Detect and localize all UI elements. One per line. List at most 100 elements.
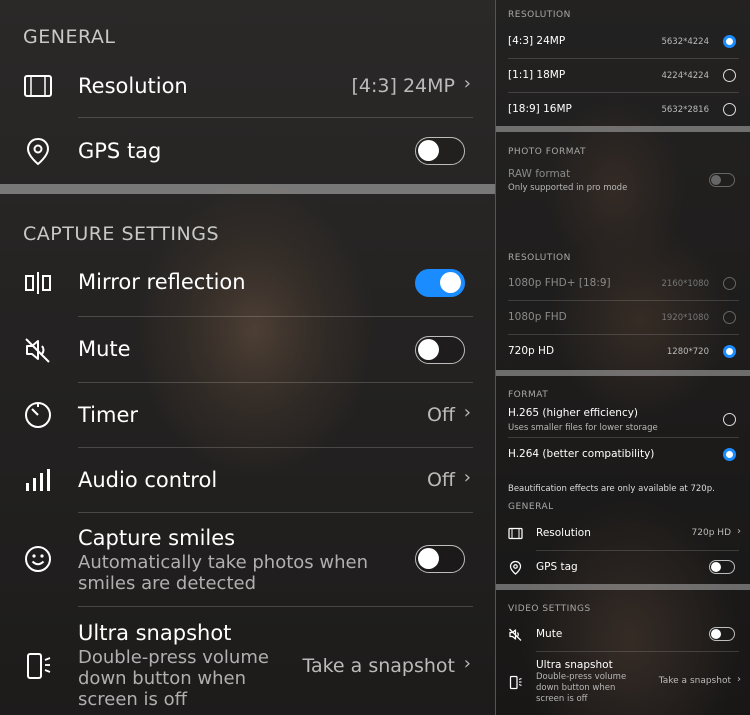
mirror-reflection-row[interactable]: Mirror reflection: [0, 251, 495, 316]
gps-tag-title: GPS tag: [536, 561, 578, 573]
raw-format-toggle[interactable]: [709, 173, 735, 187]
general-section-header: GENERAL: [508, 502, 554, 512]
location-pin-icon: [23, 136, 53, 166]
video-ultra-snapshot-row[interactable]: Ultra snapshot Double-press volume down …: [496, 652, 750, 715]
section-separator: [496, 126, 750, 132]
section-separator: [496, 584, 750, 590]
capture-smiles-subtitle: Automatically take photos when smiles ar…: [78, 552, 369, 594]
capture-smiles-title: Capture smiles: [78, 526, 236, 550]
resolution-value: 720p HD: [691, 528, 731, 538]
radio-unselected[interactable]: [723, 413, 736, 426]
option-dimensions: 4224*4224: [661, 71, 709, 81]
video-resolution-header: RESOLUTION: [508, 253, 571, 263]
snapshot-phone-icon: [508, 675, 523, 690]
option-label: 1080p FHD: [508, 311, 567, 323]
photo-resolution-header: RESOLUTION: [508, 10, 571, 20]
gps-tag-toggle[interactable]: [709, 560, 735, 574]
video-mute-row[interactable]: Mute: [496, 618, 750, 651]
format-h264-row[interactable]: H.264 (better compatibility): [496, 438, 750, 472]
chevron-right-icon: ›: [463, 653, 471, 674]
section-separator: [496, 370, 750, 376]
option-label: H.265 (higher efficiency): [508, 407, 639, 419]
location-pin-icon: [508, 560, 523, 575]
ultra-snapshot-value: Take a snapshot: [302, 655, 455, 677]
option-label: H.264 (better compatibility): [508, 448, 655, 460]
video-gps-tag-row[interactable]: GPS tag: [496, 551, 750, 584]
mute-row[interactable]: Mute: [0, 317, 495, 382]
chevron-right-icon: ›: [737, 674, 741, 685]
option-label: [18:9] 16MP: [508, 103, 572, 115]
radio-unselected[interactable]: [723, 103, 736, 116]
capture-smiles-row[interactable]: Capture smiles Automatically take photos…: [0, 513, 495, 606]
radio-selected[interactable]: [723, 345, 736, 358]
ultra-snapshot-title: Ultra snapshot: [78, 621, 232, 645]
option-label: [4:3] 24MP: [508, 35, 566, 47]
option-label: [1:1] 18MP: [508, 69, 566, 81]
section-separator: [0, 184, 495, 194]
resolution-title: Resolution: [78, 74, 188, 98]
ultra-snapshot-subtitle: Double-press volume down button when scr…: [536, 672, 627, 704]
raw-format-label: RAW format: [508, 168, 571, 180]
beautification-note: Beautification effects are only availabl…: [508, 484, 715, 494]
mirror-icon: [23, 268, 53, 298]
resolution-value: [4:3] 24MP: [351, 75, 455, 97]
raw-format-subtitle: Only supported in pro mode: [508, 183, 628, 193]
ultra-snapshot-row[interactable]: Ultra snapshot Double-press volume down …: [0, 607, 495, 715]
video-resolution-row[interactable]: Resolution 720p HD ›: [496, 517, 750, 550]
video-settings-panel: RESOLUTION [4:3] 24MP 5632*4224 [1:1] 18…: [495, 0, 750, 715]
radio-disabled[interactable]: [723, 311, 736, 324]
ultra-snapshot-value: Take a snapshot: [658, 676, 731, 686]
audio-control-title: Audio control: [78, 468, 218, 492]
video-settings-header: VIDEO SETTINGS: [508, 604, 591, 614]
resolution-option-18-9[interactable]: [18:9] 16MP 5632*2816: [496, 93, 750, 126]
ultra-snapshot-subtitle: Double-press volume down button when scr…: [78, 647, 269, 710]
photo-settings-panel: GENERAL Resolution [4:3] 24MP › GPS tag …: [0, 0, 495, 715]
option-dimensions: 5632*4224: [661, 37, 709, 47]
option-dimensions: 2160*1080: [661, 279, 709, 289]
audio-control-row[interactable]: Audio control Off ›: [0, 448, 495, 512]
speaker-muted-icon: [23, 335, 53, 365]
resolution-option-1-1[interactable]: [1:1] 18MP 4224*4224: [496, 59, 750, 92]
speaker-muted-icon: [508, 627, 523, 642]
mute-title: Mute: [536, 628, 563, 640]
chevron-right-icon: ›: [463, 73, 471, 94]
video-resolution-1080p-fhd[interactable]: 1080p FHD 1920*1080: [496, 301, 750, 334]
general-section-header: GENERAL: [23, 26, 116, 48]
mute-toggle[interactable]: [709, 627, 735, 641]
video-resolution-1080p-fhd-plus[interactable]: 1080p FHD+ [18:9] 2160*1080: [496, 267, 750, 300]
photo-format-header: PHOTO FORMAT: [508, 147, 586, 157]
mirror-reflection-title: Mirror reflection: [78, 270, 246, 294]
snapshot-phone-icon: [23, 651, 53, 681]
option-dimensions: 5632*2816: [661, 105, 709, 115]
chevron-right-icon: ›: [463, 402, 471, 423]
option-label: 720p HD: [508, 345, 555, 357]
option-subtitle: Uses smaller files for lower storage: [508, 423, 658, 433]
resolution-icon: [508, 526, 523, 541]
raw-format-row[interactable]: RAW format Only supported in pro mode: [496, 163, 750, 197]
capture-smiles-toggle[interactable]: [415, 545, 465, 573]
audio-control-value: Off: [426, 469, 455, 491]
mirror-reflection-toggle[interactable]: [415, 269, 465, 297]
resolution-row[interactable]: Resolution [4:3] 24MP ›: [0, 55, 495, 117]
gps-tag-row[interactable]: GPS tag: [0, 118, 495, 184]
format-header: FORMAT: [508, 390, 549, 400]
radio-selected[interactable]: [723, 448, 736, 461]
radio-unselected[interactable]: [723, 69, 736, 82]
chevron-right-icon: ›: [463, 467, 471, 488]
radio-disabled[interactable]: [723, 277, 736, 290]
audio-bars-icon: [23, 465, 53, 495]
option-dimensions: 1280*720: [666, 347, 709, 357]
mute-toggle[interactable]: [415, 336, 465, 364]
resolution-option-4-3[interactable]: [4:3] 24MP 5632*4224: [496, 25, 750, 58]
format-h265-row[interactable]: H.265 (higher efficiency) Uses smaller f…: [496, 403, 750, 437]
option-label: 1080p FHD+ [18:9]: [508, 277, 611, 289]
video-resolution-720p-hd[interactable]: 720p HD 1280*720: [496, 335, 750, 369]
chevron-right-icon: ›: [737, 526, 741, 537]
radio-selected[interactable]: [723, 35, 736, 48]
resolution-icon: [23, 71, 53, 101]
gps-tag-toggle[interactable]: [415, 137, 465, 165]
timer-row[interactable]: Timer Off ›: [0, 383, 495, 447]
resolution-title: Resolution: [536, 527, 591, 539]
timer-value: Off: [426, 404, 455, 426]
option-dimensions: 1920*1080: [661, 313, 709, 323]
